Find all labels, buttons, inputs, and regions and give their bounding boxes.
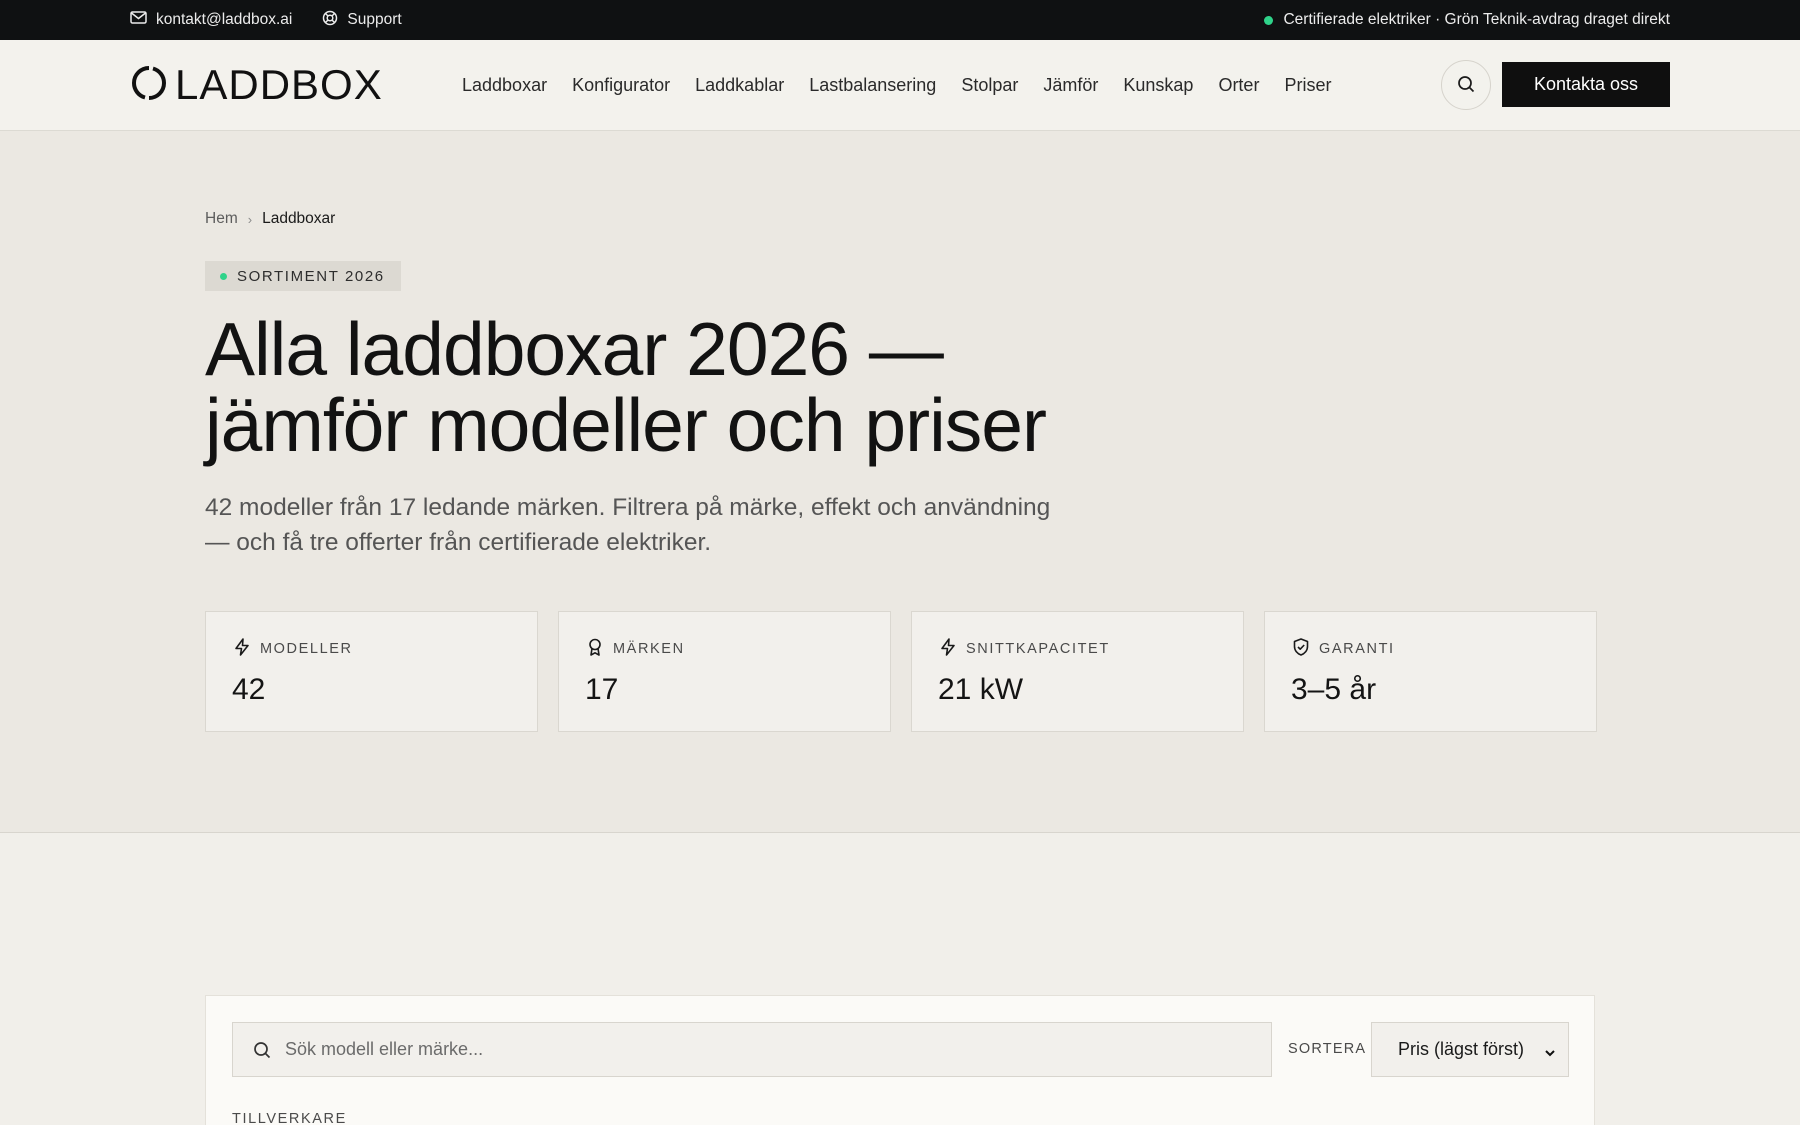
nav-item-stolpar[interactable]: Stolpar bbox=[961, 75, 1018, 96]
nav-item-kunskap[interactable]: Kunskap bbox=[1123, 75, 1193, 96]
stat-label: SNITTKAPACITET bbox=[966, 641, 1110, 657]
breadcrumb: Hem › Laddboxar bbox=[205, 210, 335, 228]
nav-item-priser[interactable]: Priser bbox=[1284, 75, 1331, 96]
certification-notice: Certifierade elektriker · Grön Teknik-av… bbox=[1283, 11, 1670, 28]
sort-label: SORTERA bbox=[1288, 1041, 1367, 1057]
stat-card-modeller: MODELLER 42 bbox=[205, 611, 538, 732]
breadcrumb-current: Laddboxar bbox=[262, 210, 336, 227]
status-dot bbox=[1264, 15, 1274, 25]
mail-icon bbox=[130, 11, 147, 29]
sort-value: Pris (lägst först) bbox=[1398, 1039, 1525, 1059]
stat-label: GARANTI bbox=[1319, 641, 1395, 657]
stat-card-snittkapacitet: SNITTKAPACITET 21 kW bbox=[911, 611, 1244, 732]
logo-text: LADDBOX bbox=[175, 61, 383, 108]
chevron-down-icon bbox=[1544, 1043, 1556, 1064]
page-title-line-2: jämför modeller och priser bbox=[205, 383, 1047, 467]
stat-value: 3–5 år bbox=[1291, 673, 1377, 706]
manufacturer-filter-label: TILLVERKARE bbox=[232, 1111, 347, 1125]
nav-item-jamfor[interactable]: Jämför bbox=[1043, 75, 1098, 96]
sort-select[interactable]: Pris (lägst först) bbox=[1371, 1022, 1569, 1077]
site-header: LADDBOX Laddboxar Konfigurator Laddkabla… bbox=[0, 40, 1800, 131]
filter-panel: SORTERA Pris (lägst först) TILLVERKARE bbox=[205, 995, 1595, 1125]
tag-text: SORTIMENT 2026 bbox=[237, 267, 385, 285]
lifebuoy-icon bbox=[322, 10, 338, 31]
nav-item-konfigurator[interactable]: Konfigurator bbox=[572, 75, 670, 96]
stat-card-garanti: GARANTI 3–5 år bbox=[1264, 611, 1597, 732]
award-icon bbox=[585, 637, 605, 661]
logo-mark-icon bbox=[131, 65, 167, 106]
search-button[interactable] bbox=[1441, 60, 1491, 110]
page-title: Alla laddboxar 2026 — jämför modeller oc… bbox=[205, 311, 1205, 463]
hero-section: Hem › Laddboxar SORTIMENT 2026 Alla ladd… bbox=[0, 131, 1800, 833]
hero-description: 42 modeller från 17 ledande märken. Filt… bbox=[205, 494, 1051, 556]
tag-dot bbox=[220, 272, 227, 280]
nav-item-laddboxar[interactable]: Laddboxar bbox=[462, 75, 547, 96]
shield-check-icon bbox=[1291, 637, 1311, 661]
page-title-line-1: Alla laddboxar 2026 — bbox=[205, 307, 944, 391]
email-link[interactable]: kontakt@laddbox.ai bbox=[130, 11, 292, 29]
email-text: kontakt@laddbox.ai bbox=[156, 11, 293, 28]
main-nav: Laddboxar Konfigurator Laddkablar Lastba… bbox=[462, 40, 1331, 130]
search-input[interactable] bbox=[285, 1039, 1245, 1060]
search-icon bbox=[253, 1041, 271, 1059]
bolt-icon bbox=[232, 637, 252, 661]
stat-value: 17 bbox=[585, 673, 619, 706]
contact-button[interactable]: Kontakta oss bbox=[1502, 62, 1670, 107]
breadcrumb-home[interactable]: Hem bbox=[205, 210, 238, 228]
logo[interactable]: LADDBOX bbox=[131, 61, 383, 108]
nav-item-laddkablar[interactable]: Laddkablar bbox=[695, 75, 784, 96]
stat-label: MODELLER bbox=[260, 641, 353, 657]
support-text: Support bbox=[347, 11, 402, 28]
top-bar: kontakt@laddbox.ai Support Certifierade … bbox=[0, 0, 1800, 40]
chevron-right-icon: › bbox=[247, 211, 253, 227]
bolt-icon bbox=[938, 637, 958, 661]
support-link[interactable]: Support bbox=[322, 10, 402, 31]
product-search[interactable] bbox=[232, 1022, 1272, 1077]
stat-value: 21 kW bbox=[938, 673, 1024, 706]
search-icon bbox=[1457, 75, 1475, 96]
stats-row: MODELLER 42 MÄRKEN 17 SNITTKAPACITET 21 … bbox=[205, 611, 1597, 732]
catalog-section: SORTERA Pris (lägst först) TILLVERKARE bbox=[0, 833, 1800, 1125]
stat-label: MÄRKEN bbox=[613, 641, 685, 657]
stat-value: 42 bbox=[232, 673, 266, 706]
nav-item-lastbalansering[interactable]: Lastbalansering bbox=[809, 75, 936, 96]
section-tag: SORTIMENT 2026 bbox=[205, 261, 401, 291]
stat-card-marken: MÄRKEN 17 bbox=[558, 611, 891, 732]
nav-item-orter[interactable]: Orter bbox=[1218, 75, 1259, 96]
